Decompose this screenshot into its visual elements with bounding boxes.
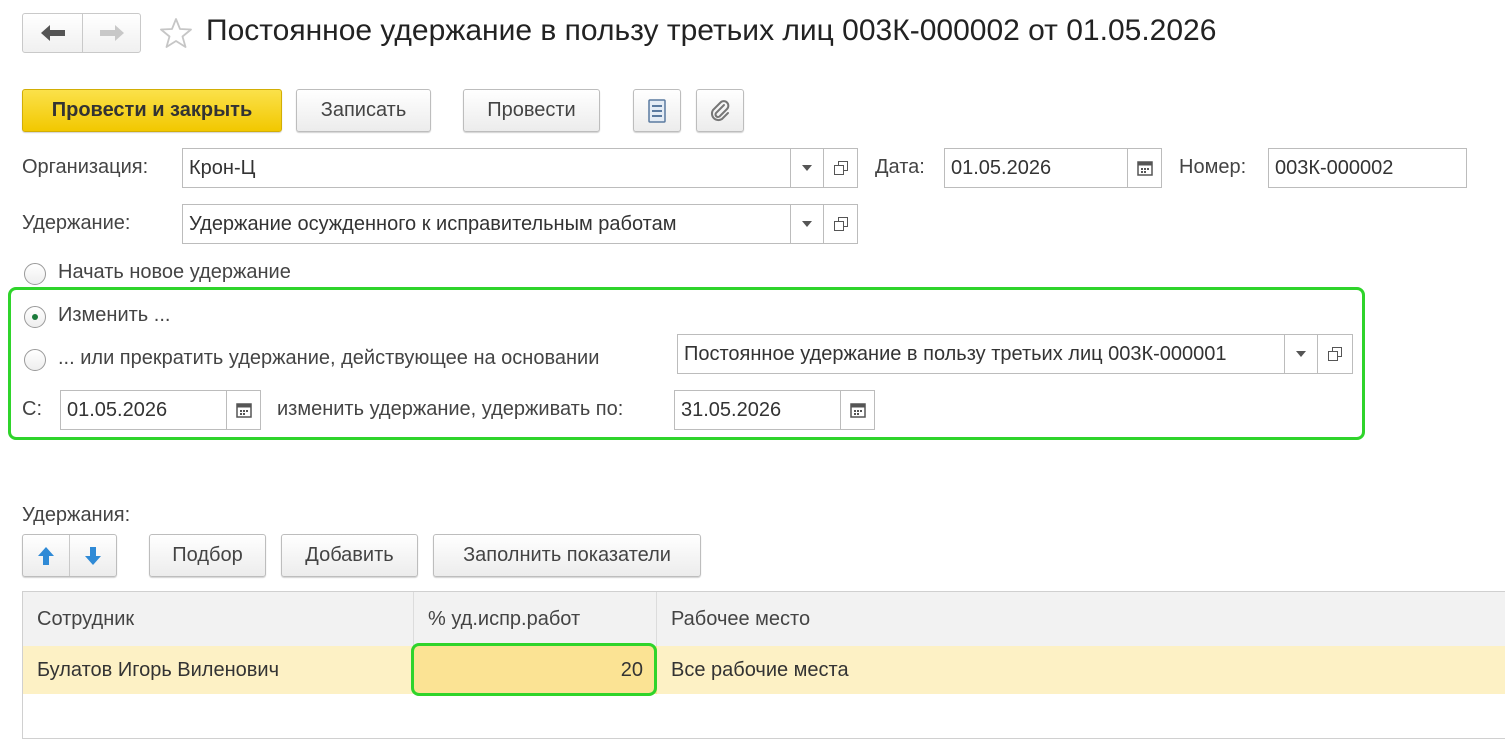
page-title: Постоянное удержание в пользу третьих ли…: [206, 14, 1217, 47]
arrow-right-icon: [100, 25, 124, 41]
radio-stop[interactable]: [24, 349, 46, 371]
column-header-workplace[interactable]: Рабочее место: [657, 592, 1505, 646]
until-label: изменить удержание, удерживать по:: [277, 398, 624, 420]
from-calendar-button[interactable]: [226, 390, 261, 430]
basis-field[interactable]: Постоянное удержание в пользу третьих ли…: [677, 334, 1285, 374]
arrow-down-icon: [85, 546, 101, 565]
chevron-down-icon: [1296, 351, 1306, 357]
document-list-icon: [648, 98, 666, 123]
percent-cell-highlight: [411, 643, 657, 696]
calendar-icon: [1136, 161, 1153, 176]
arrow-up-icon: [38, 546, 54, 565]
star-icon[interactable]: [160, 17, 192, 49]
chevron-down-icon: [802, 165, 812, 171]
forward-button[interactable]: [83, 14, 141, 52]
column-header-employee[interactable]: Сотрудник: [23, 592, 414, 646]
date-calendar-button[interactable]: [1127, 148, 1162, 188]
cell-workplace[interactable]: Все рабочие места: [657, 646, 1505, 694]
nav-group: [22, 13, 141, 53]
org-open-button[interactable]: [823, 148, 858, 188]
deductions-label: Удержания:: [22, 504, 131, 526]
save-button[interactable]: Записать: [296, 89, 431, 132]
open-window-icon: [833, 217, 848, 231]
radio-new-deduction[interactable]: [24, 263, 46, 285]
number-label: Номер:: [1179, 156, 1247, 178]
basis-dropdown-button[interactable]: [1284, 334, 1318, 374]
move-up-button[interactable]: [23, 535, 70, 576]
post-and-close-button[interactable]: Провести и закрыть: [22, 89, 282, 132]
calendar-icon: [849, 403, 866, 418]
calendar-icon: [235, 403, 252, 418]
org-dropdown-button[interactable]: [790, 148, 824, 188]
move-buttons: [22, 534, 117, 577]
column-header-percent[interactable]: % уд.испр.работ: [414, 592, 657, 646]
date-label: Дата:: [875, 156, 925, 178]
basis-open-button[interactable]: [1317, 334, 1353, 374]
back-button[interactable]: [23, 14, 83, 52]
number-field[interactable]: 003К-000002: [1268, 148, 1467, 188]
chevron-down-icon: [802, 221, 812, 227]
radio-change[interactable]: [24, 306, 46, 328]
move-down-button[interactable]: [70, 535, 116, 576]
deduction-open-button[interactable]: [823, 204, 858, 244]
deduction-field[interactable]: Удержание осужденного к исправительным р…: [182, 204, 791, 244]
report-button[interactable]: [633, 89, 681, 132]
org-field[interactable]: Крон-Ц: [182, 148, 791, 188]
radio-new-label: Начать новое удержание: [58, 261, 291, 283]
post-button[interactable]: Провести: [463, 89, 600, 132]
from-date-field[interactable]: 01.05.2026: [60, 390, 227, 430]
deduction-dropdown-button[interactable]: [790, 204, 824, 244]
radio-stop-label: ... или прекратить удержание, действующе…: [58, 347, 600, 369]
select-button[interactable]: Подбор: [149, 534, 266, 577]
deduction-label: Удержание:: [22, 212, 131, 234]
cell-employee[interactable]: Булатов Игорь Виленович: [23, 646, 414, 694]
paperclip-icon: [710, 99, 730, 121]
org-label: Организация:: [22, 156, 149, 178]
open-window-icon: [833, 161, 848, 175]
date-field[interactable]: 01.05.2026: [944, 148, 1128, 188]
open-window-icon: [1328, 347, 1342, 361]
radio-change-label: Изменить ...: [58, 304, 171, 326]
fill-indicators-button[interactable]: Заполнить показатели: [433, 534, 701, 577]
attach-button[interactable]: [696, 89, 744, 132]
until-date-field[interactable]: 31.05.2026: [674, 390, 841, 430]
until-calendar-button[interactable]: [840, 390, 875, 430]
add-button[interactable]: Добавить: [281, 534, 418, 577]
from-label: С:: [22, 398, 42, 420]
arrow-left-icon: [40, 25, 65, 41]
